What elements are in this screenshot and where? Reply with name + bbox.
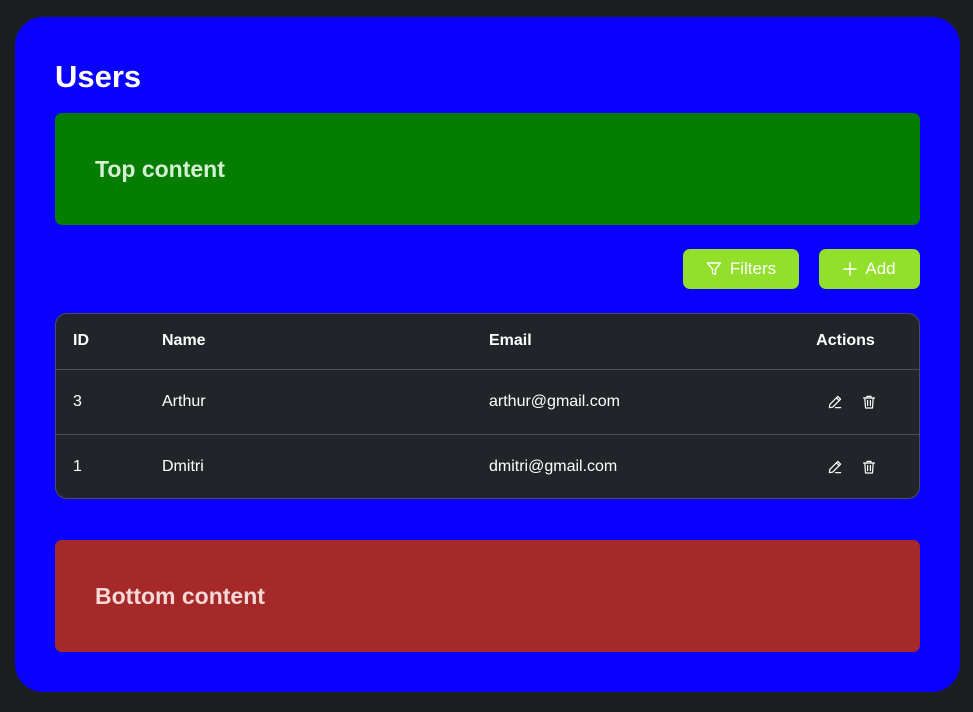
cell-actions (792, 368, 919, 434)
header-actions: Actions (816, 332, 875, 350)
users-table: ID Name Email Actions 3 Arthur arthur@gm… (55, 313, 920, 499)
cell-name: Arthur (162, 368, 489, 434)
cell-email: arthur@gmail.com (489, 368, 792, 434)
trash-icon[interactable] (861, 459, 877, 475)
header-id[interactable]: ID (56, 314, 162, 369)
trash-icon[interactable] (861, 394, 877, 410)
bottom-content-block: Bottom content (55, 540, 920, 652)
filter-icon (706, 261, 722, 277)
cell-id: 3 (56, 368, 162, 434)
filters-button-label: Filters (729, 259, 777, 278)
cell-name: Dmitri (162, 433, 489, 498)
bottom-content-text: Bottom content (95, 582, 265, 609)
top-content-text: Top content (95, 155, 225, 182)
cell-id: 1 (56, 433, 162, 498)
filters-button[interactable]: Filters (683, 249, 799, 289)
plus-icon (843, 262, 858, 276)
cell-actions (792, 433, 919, 498)
top-content-block: Top content (55, 113, 920, 225)
add-button-label: Add (865, 259, 896, 278)
edit-icon[interactable] (827, 394, 843, 410)
edit-icon[interactable] (827, 459, 843, 475)
header-name[interactable]: Name (162, 314, 489, 369)
add-button[interactable]: Add (819, 249, 920, 289)
table-row: 3 Arthur arthur@gmail.com (56, 368, 919, 434)
header-email[interactable]: Email (489, 314, 792, 369)
page-title: Users (55, 59, 142, 94)
table-header-row: ID Name Email Actions (56, 314, 919, 369)
table-row: 1 Dmitri dmitri@gmail.com (56, 433, 919, 498)
cell-email: dmitri@gmail.com (489, 433, 792, 498)
table-toolbar: Filters Add (55, 249, 920, 289)
users-panel: Users Top content Filters Add ID Name Em… (15, 17, 960, 692)
